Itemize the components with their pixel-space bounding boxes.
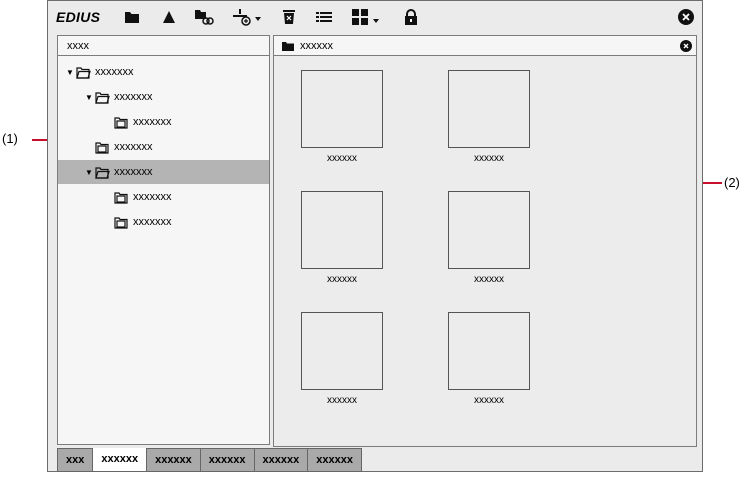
bin-tab[interactable]: xxxxxx (253, 448, 308, 472)
tree-item-label: xxxxxxx (133, 116, 172, 128)
clip-thumbnail[interactable] (301, 191, 383, 269)
clip-thumbnail[interactable] (301, 70, 383, 148)
clip-thumbnail[interactable] (448, 70, 530, 148)
folder-icon (95, 141, 109, 154)
tree-item-label: xxxxxxx (95, 66, 134, 78)
bin-tab[interactable]: xxxxxx (92, 448, 147, 472)
toolbar: EDIUS (48, 1, 702, 32)
lock-icon (405, 9, 417, 25)
bin-tab[interactable]: xxxxxx (307, 448, 362, 472)
tree-item-label: xxxxxxx (133, 216, 172, 228)
clip-view-header: xxxxxx (274, 36, 696, 56)
folder-open-icon (76, 66, 91, 79)
window-close-button[interactable] (678, 9, 694, 25)
folder-icon (114, 216, 128, 229)
grid-view-dropdown-icon (352, 9, 379, 25)
bin-window: EDIUS xxxx ▼ xxxxxxx ▼ xxxxxxx xxxxxxx x… (47, 0, 703, 472)
folder-link-icon (195, 10, 214, 25)
clip-thumbnail-label: xxxxxx (474, 274, 504, 285)
folder-icon (282, 42, 294, 51)
add-clip-button[interactable] (230, 8, 264, 26)
callout-1-label: (1) (2, 131, 18, 146)
trash-icon (283, 10, 295, 24)
expand-caret-icon[interactable]: ▼ (83, 168, 95, 177)
tree-item-label: xxxxxxx (114, 141, 153, 153)
folder-tree-header: xxxx (58, 36, 269, 56)
up-triangle-icon (163, 11, 175, 23)
folder-button[interactable] (123, 8, 141, 26)
bin-tab[interactable]: xxx (57, 448, 93, 472)
folder-icon (125, 12, 139, 23)
clip-view-pane: xxxxxx xxxxxx xxxxxx xxxxxx xxxxxx xxxxxx xxx… (273, 35, 697, 447)
bin-tab-bar: xxx xxxxxx xxxxxx xxxxxx xxxxxx xxxxxx (57, 448, 362, 472)
add-clip-dropdown-icon (233, 9, 261, 26)
bin-tab[interactable]: xxxxxx (146, 448, 200, 472)
tree-item[interactable]: ▼ xxxxxxx (58, 60, 269, 84)
view-mode-button[interactable] (350, 8, 384, 26)
clip-thumbnail-label: xxxxxx (327, 274, 357, 285)
folder-open-icon (95, 166, 110, 179)
tree-item-label: xxxxxxx (114, 91, 153, 103)
folder-open-icon (95, 91, 110, 104)
tree-item[interactable]: ▼ xxxxxxx (58, 85, 269, 109)
tree-item-label: xxxxxxx (133, 191, 172, 203)
list-view-button[interactable] (315, 8, 333, 26)
folder-icon (114, 116, 128, 129)
tree-item[interactable]: ▼ xxxxxxx (58, 160, 269, 184)
tree-item[interactable]: xxxxxxx (58, 210, 269, 234)
lock-button[interactable] (402, 8, 420, 26)
clip-thumbnail[interactable] (448, 191, 530, 269)
tree-item[interactable]: xxxxxxx (58, 110, 269, 134)
close-icon (682, 13, 690, 21)
folder-icon (114, 191, 128, 204)
bin-tab[interactable]: xxxxxx (199, 448, 254, 472)
clip-thumbnail-label: xxxxxx (327, 153, 357, 164)
new-folder-button[interactable] (193, 8, 215, 26)
clip-view-close-button[interactable] (680, 40, 692, 52)
list-icon (316, 12, 332, 22)
tree-item[interactable]: xxxxxxx (58, 135, 269, 159)
expand-caret-icon[interactable]: ▼ (64, 68, 76, 77)
app-name: EDIUS (56, 9, 101, 25)
clip-thumbnail[interactable] (301, 312, 383, 390)
clip-thumbnail-label: xxxxxx (474, 395, 504, 406)
folder-tree-pane: xxxx ▼ xxxxxxx ▼ xxxxxxx xxxxxxx xxxxxxx ▼ xxxx… (57, 35, 270, 445)
close-icon (683, 43, 689, 49)
up-level-button[interactable] (160, 8, 178, 26)
clip-thumbnail-label: xxxxxx (327, 395, 357, 406)
clip-thumbnail[interactable] (448, 312, 530, 390)
tree-item[interactable]: xxxxxxx (58, 185, 269, 209)
callout-2-label: (2) (724, 175, 740, 190)
tree-item-label: xxxxxxx (114, 166, 153, 178)
current-folder-name: xxxxxx (300, 40, 333, 52)
clip-thumbnail-label: xxxxxx (474, 153, 504, 164)
expand-caret-icon[interactable]: ▼ (83, 93, 95, 102)
delete-button[interactable] (280, 8, 298, 26)
